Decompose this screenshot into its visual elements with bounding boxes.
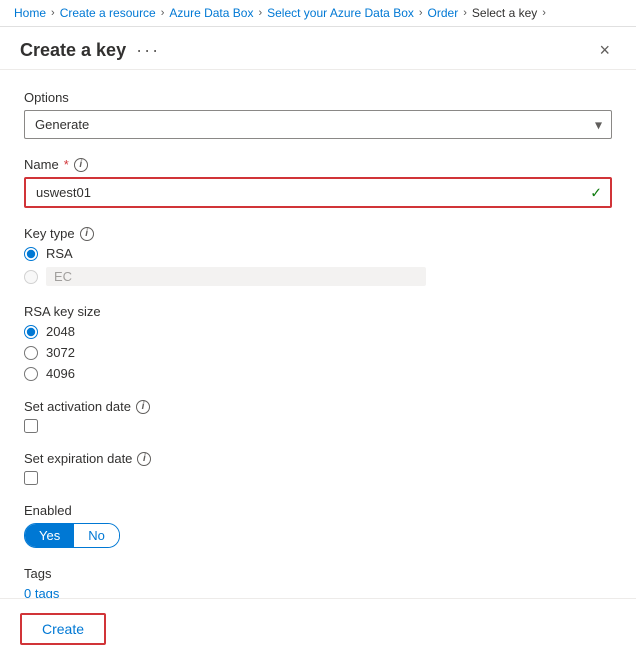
activation-date-group: Set activation date i: [24, 399, 612, 433]
panel-header: Create a key ··· ×: [0, 27, 636, 70]
expiration-date-label-text: Set expiration date: [24, 451, 132, 466]
breadcrumb-home[interactable]: Home: [14, 6, 46, 20]
expiration-date-info-icon: i: [137, 452, 151, 466]
create-button[interactable]: Create: [20, 613, 106, 645]
breadcrumb-sep-3: ›: [258, 7, 262, 19]
name-label: Name * i: [24, 157, 612, 172]
ellipsis-icon[interactable]: ···: [136, 40, 160, 61]
rsa-2048-radio[interactable]: [24, 325, 38, 339]
rsa-key-size-label: RSA key size: [24, 304, 612, 319]
expiration-date-label: Set expiration date i: [24, 451, 612, 466]
name-group: Name * i ✓: [24, 157, 612, 208]
tags-label-text: Tags: [24, 566, 51, 581]
name-label-text: Name: [24, 157, 59, 172]
key-type-ec-item: EC: [24, 267, 612, 286]
tags-link[interactable]: 0 tags: [24, 586, 59, 598]
enabled-toggle-btn[interactable]: Yes No: [24, 523, 120, 548]
options-select-wrapper: Generate: [24, 110, 612, 139]
checkmark-icon: ✓: [590, 184, 602, 201]
name-info-icon: i: [74, 158, 88, 172]
toggle-no-option[interactable]: No: [74, 524, 119, 547]
rsa-4096-label: 4096: [46, 366, 75, 381]
breadcrumb-sep-1: ›: [51, 7, 55, 19]
expiration-date-group: Set expiration date i: [24, 451, 612, 485]
enabled-group: Enabled Yes No: [24, 503, 612, 548]
rsa-3072-item: 3072: [24, 345, 612, 360]
key-type-info-icon: i: [80, 227, 94, 241]
key-type-label-text: Key type: [24, 226, 75, 241]
breadcrumb-select-azure-data-box[interactable]: Select your Azure Data Box: [267, 6, 414, 20]
rsa-3072-label: 3072: [46, 345, 75, 360]
key-type-rsa-item: RSA: [24, 246, 612, 261]
key-type-group: Key type i RSA EC: [24, 226, 612, 286]
breadcrumb-azure-data-box[interactable]: Azure Data Box: [169, 6, 253, 20]
rsa-key-size-label-text: RSA key size: [24, 304, 101, 319]
tags-label: Tags: [24, 566, 612, 581]
name-input-wrapper: ✓: [24, 177, 612, 208]
page-wrapper: Home › Create a resource › Azure Data Bo…: [0, 0, 636, 659]
enabled-toggle[interactable]: Yes No: [24, 523, 612, 548]
expiration-date-checkbox-item: [24, 471, 612, 485]
panel-content: Options Generate Name * i ✓: [0, 70, 636, 598]
key-type-rsa-label: RSA: [46, 246, 73, 261]
rsa-key-size-group: RSA key size 2048 3072 4096: [24, 304, 612, 381]
activation-date-checkbox[interactable]: [24, 419, 38, 433]
name-required-indicator: *: [64, 157, 69, 172]
options-label: Options: [24, 90, 612, 105]
toggle-yes-option[interactable]: Yes: [25, 524, 74, 547]
tags-group: Tags 0 tags: [24, 566, 612, 598]
rsa-key-size-radio-group: 2048 3072 4096: [24, 324, 612, 381]
expiration-date-checkbox[interactable]: [24, 471, 38, 485]
key-type-ec-radio[interactable]: [24, 270, 38, 284]
panel-title: Create a key: [20, 40, 126, 61]
breadcrumb: Home › Create a resource › Azure Data Bo…: [0, 0, 636, 27]
activation-date-label: Set activation date i: [24, 399, 612, 414]
panel: Create a key ··· × Options Generate: [0, 27, 636, 659]
activation-date-label-text: Set activation date: [24, 399, 131, 414]
options-group: Options Generate: [24, 90, 612, 139]
key-type-radio-group: RSA EC: [24, 246, 612, 286]
breadcrumb-select-a-key: Select a key: [472, 6, 537, 20]
key-type-rsa-radio[interactable]: [24, 247, 38, 261]
breadcrumb-sep-4: ›: [419, 7, 423, 19]
rsa-4096-radio[interactable]: [24, 367, 38, 381]
enabled-label-text: Enabled: [24, 503, 72, 518]
breadcrumb-order[interactable]: Order: [428, 6, 459, 20]
close-button[interactable]: ×: [593, 39, 616, 61]
activation-date-checkbox-item: [24, 419, 612, 433]
options-select[interactable]: Generate: [24, 110, 612, 139]
panel-title-area: Create a key ···: [20, 40, 160, 61]
rsa-3072-radio[interactable]: [24, 346, 38, 360]
breadcrumb-sep-5: ›: [463, 7, 467, 19]
enabled-label: Enabled: [24, 503, 612, 518]
key-type-ec-label: EC: [54, 269, 72, 284]
key-type-label: Key type i: [24, 226, 612, 241]
rsa-2048-label: 2048: [46, 324, 75, 339]
name-input[interactable]: [24, 177, 612, 208]
activation-date-info-icon: i: [136, 400, 150, 414]
rsa-2048-item: 2048: [24, 324, 612, 339]
rsa-4096-item: 4096: [24, 366, 612, 381]
breadcrumb-create-resource[interactable]: Create a resource: [60, 6, 156, 20]
breadcrumb-sep-6: ›: [542, 7, 546, 19]
breadcrumb-sep-2: ›: [161, 7, 165, 19]
panel-footer: Create: [0, 598, 636, 659]
